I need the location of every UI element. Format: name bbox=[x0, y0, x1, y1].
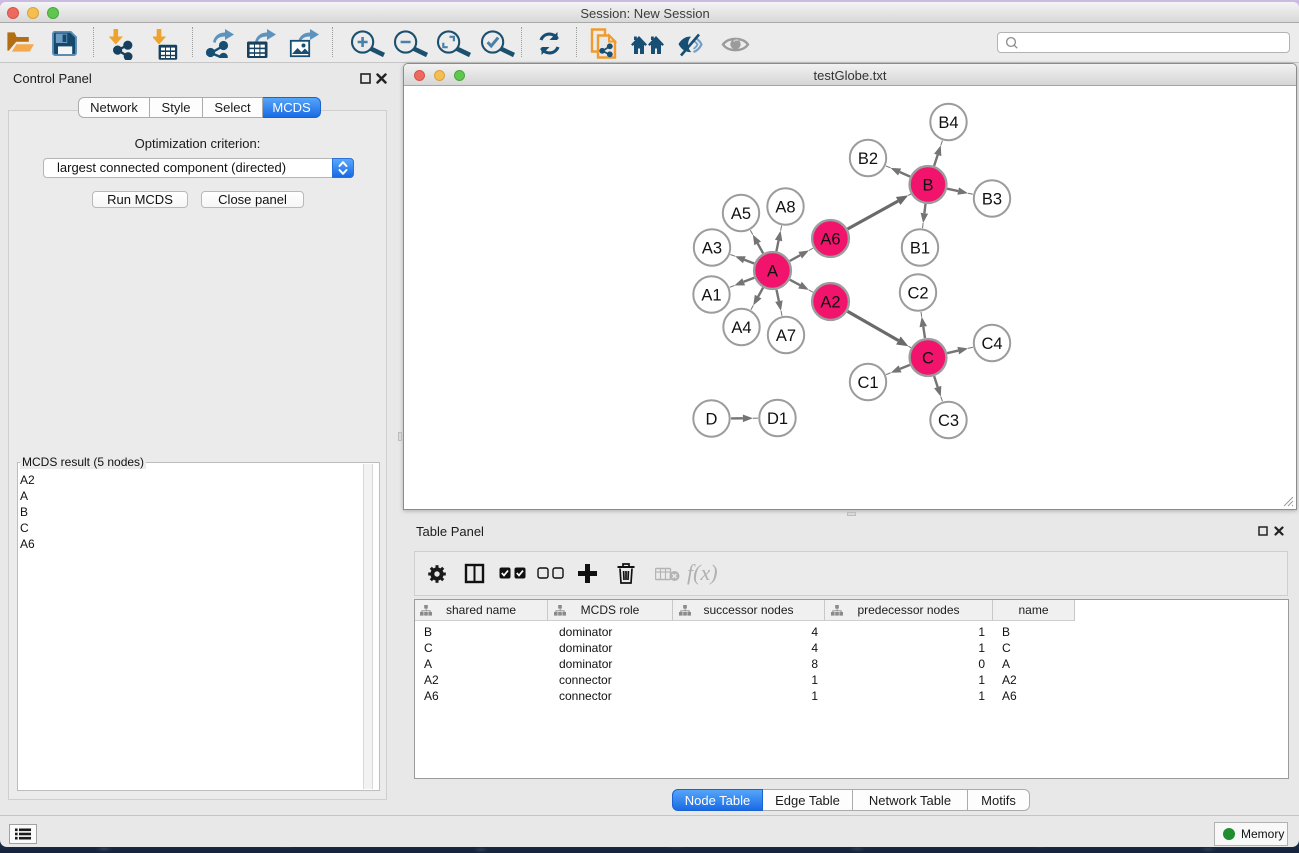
svg-text:C: C bbox=[922, 349, 934, 367]
svg-text:A2: A2 bbox=[820, 293, 840, 311]
svg-text:A4: A4 bbox=[731, 319, 751, 337]
svg-text:A1: A1 bbox=[701, 286, 721, 304]
svg-text:A7: A7 bbox=[776, 327, 796, 345]
svg-text:B2: B2 bbox=[858, 150, 878, 168]
svg-text:A8: A8 bbox=[775, 198, 795, 216]
svg-text:B1: B1 bbox=[910, 239, 930, 257]
svg-text:B4: B4 bbox=[938, 114, 958, 132]
svg-text:B: B bbox=[922, 176, 933, 194]
svg-text:A5: A5 bbox=[731, 205, 751, 223]
svg-text:A: A bbox=[767, 262, 778, 280]
svg-text:D1: D1 bbox=[767, 410, 788, 428]
svg-text:A6: A6 bbox=[820, 230, 840, 248]
svg-text:C3: C3 bbox=[938, 412, 959, 430]
svg-text:A3: A3 bbox=[702, 239, 722, 257]
svg-text:C2: C2 bbox=[907, 284, 928, 302]
svg-text:C4: C4 bbox=[981, 335, 1002, 353]
svg-text:B3: B3 bbox=[982, 190, 1002, 208]
svg-text:D: D bbox=[706, 410, 718, 428]
svg-text:C1: C1 bbox=[857, 374, 878, 392]
